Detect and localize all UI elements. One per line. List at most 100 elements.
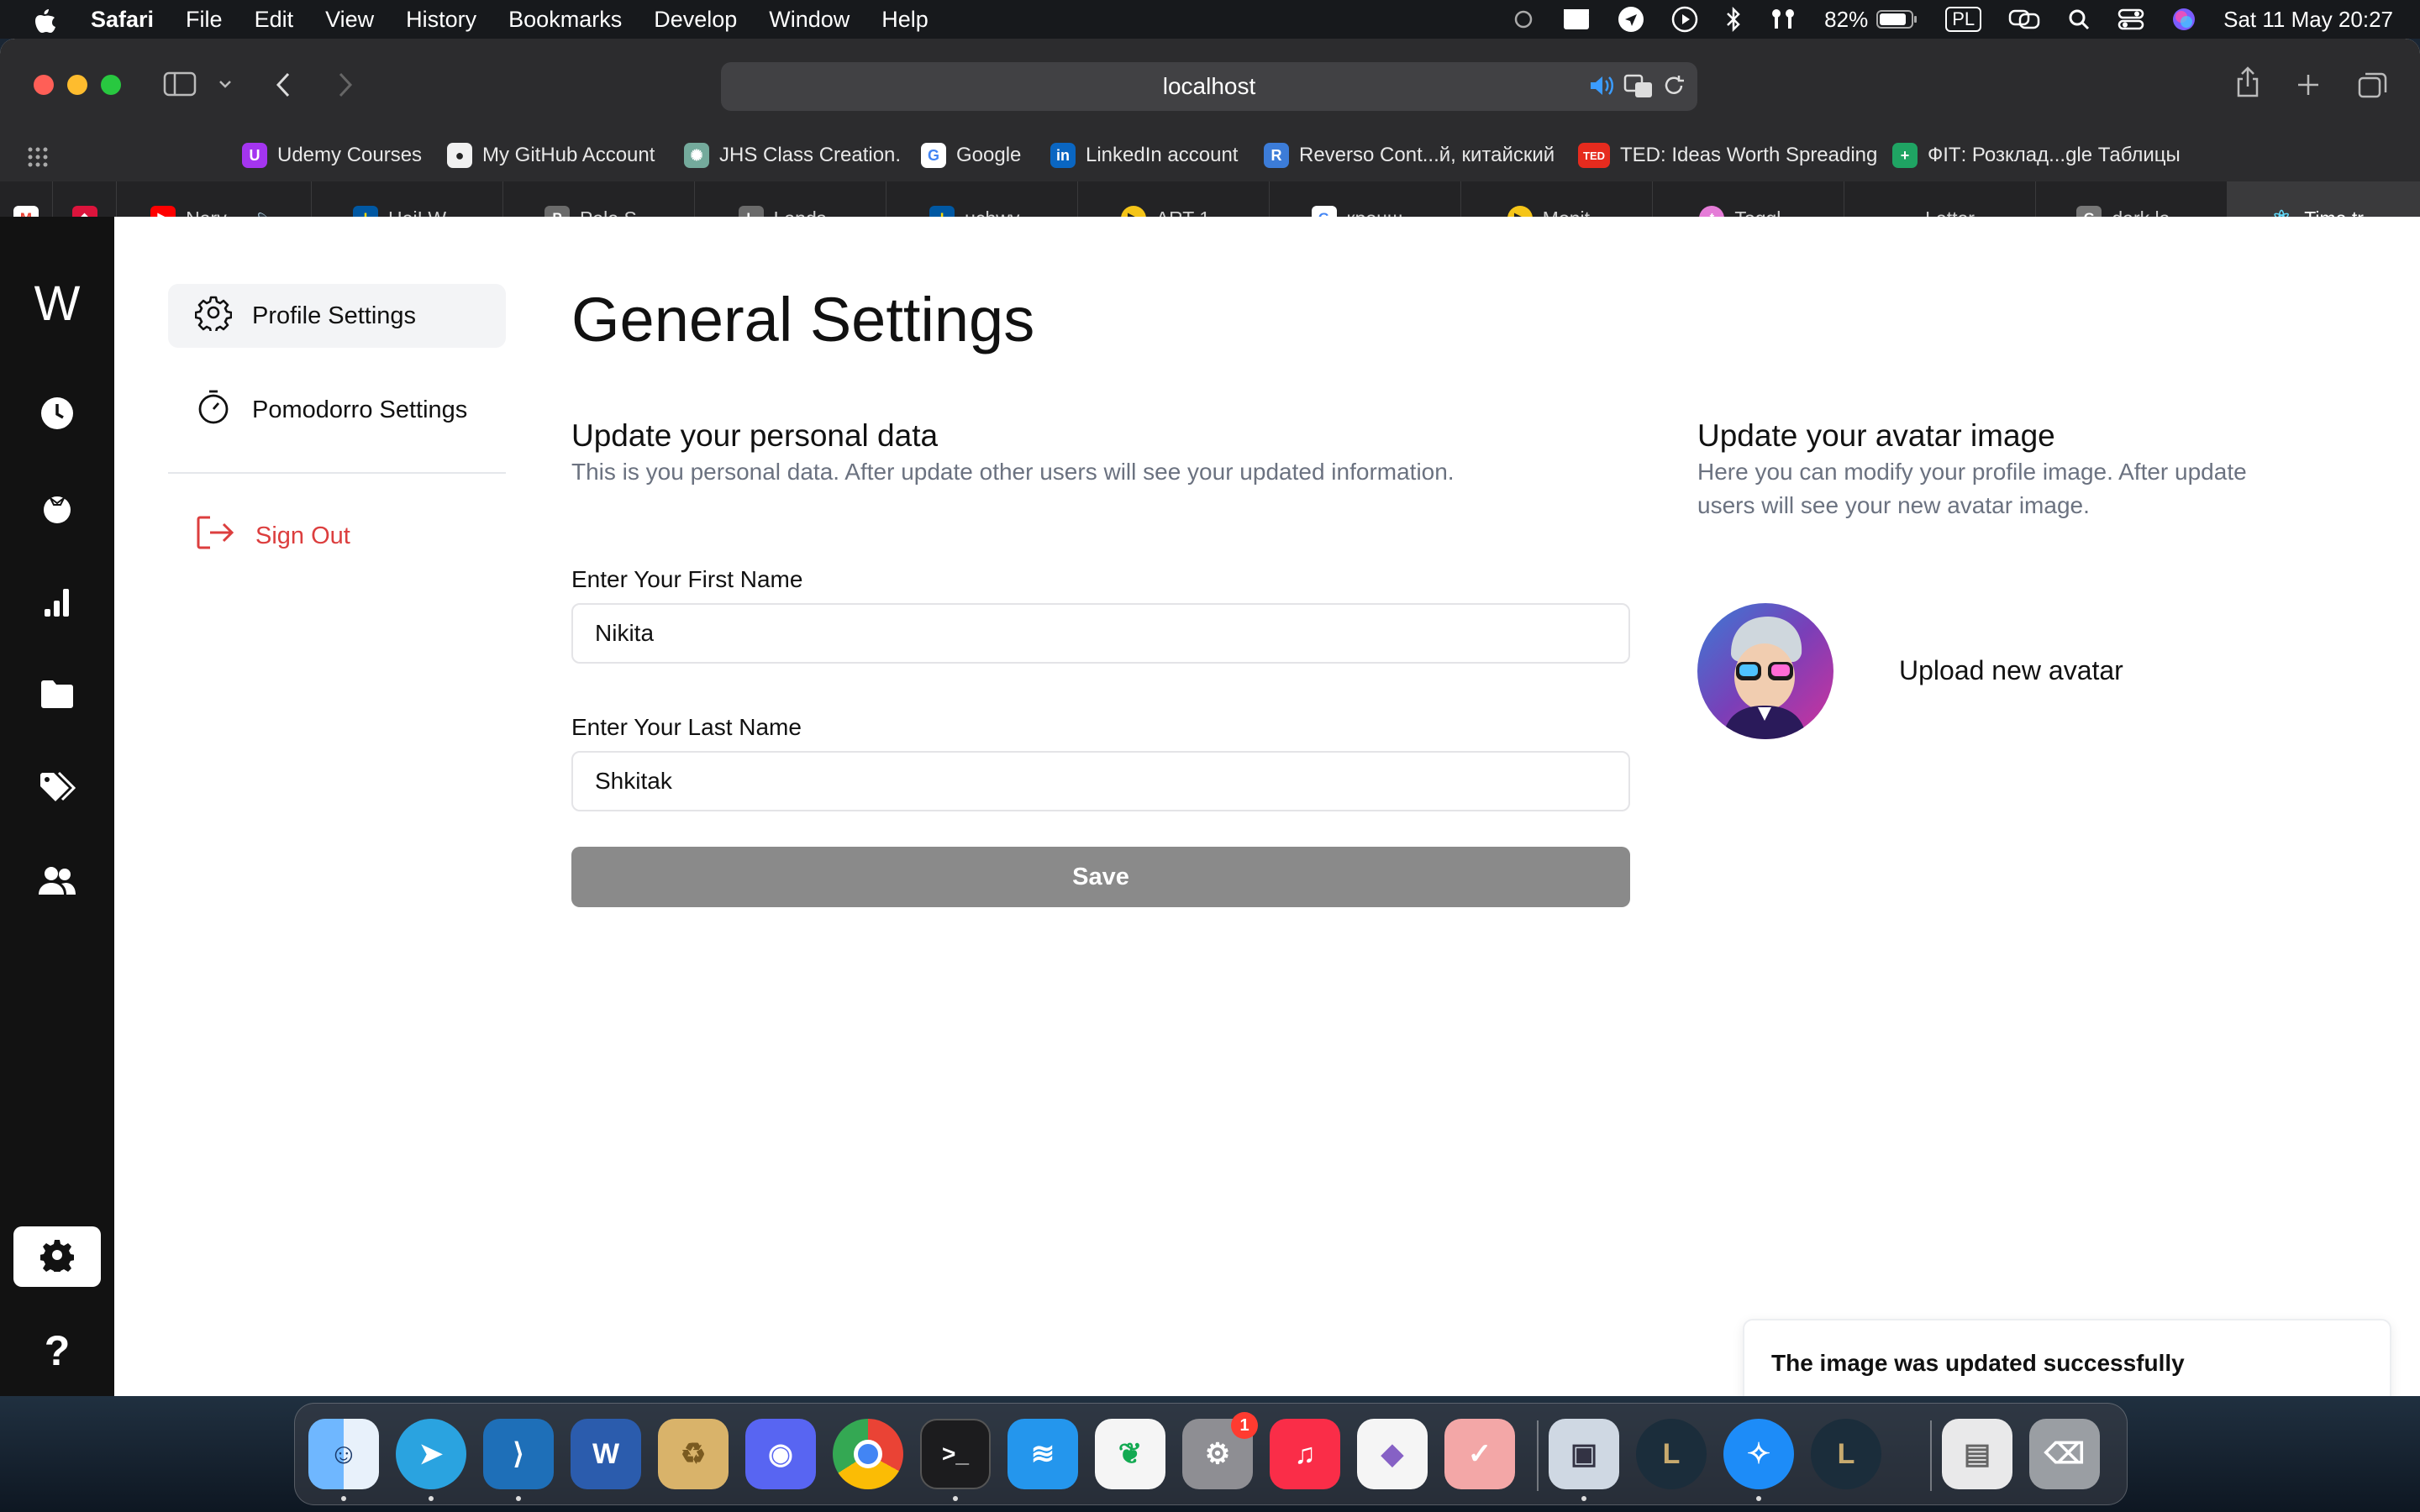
close-window-button[interactable] — [34, 75, 54, 95]
menu-bookmarks[interactable]: Bookmarks — [508, 7, 622, 33]
team-nav-button[interactable] — [13, 852, 101, 912]
address-bar-url: localhost — [1162, 73, 1256, 99]
input-source-badge[interactable]: PL — [1945, 7, 1982, 32]
dock-documents-icon[interactable]: ▤ — [1942, 1419, 2012, 1489]
dock-telegram-icon[interactable]: ➤ — [396, 1419, 466, 1489]
github-icon: ● — [447, 143, 472, 168]
sync-icon[interactable] — [1512, 8, 1535, 31]
tab-overview-icon[interactable] — [2358, 71, 2388, 103]
bookmark-label: Reverso Cont...й, китайский — [1299, 144, 1555, 166]
dock-word-icon[interactable]: W — [571, 1419, 641, 1489]
clock-datetime[interactable]: Sat 11 May 20:27 — [2223, 7, 2393, 33]
ted-icon: TED — [1578, 143, 1610, 168]
folder-icon — [39, 678, 75, 714]
dock-discord-icon[interactable]: ◉ — [745, 1419, 816, 1489]
audio-playing-icon[interactable] — [1588, 74, 1613, 103]
dock-league-game-icon[interactable]: L — [1811, 1419, 1881, 1489]
address-bar[interactable]: localhost — [721, 62, 1697, 111]
bookmark-github[interactable]: ● My GitHub Account — [447, 143, 655, 168]
dock-docker-icon[interactable]: ≋ — [1007, 1419, 1078, 1489]
running-indicator — [1581, 1496, 1586, 1501]
battery-percent: 82% — [1824, 6, 1869, 32]
screen-mirroring-icon[interactable] — [2008, 8, 2040, 31]
bookmark-jhs-class[interactable]: ✺ JHS Class Creation. — [684, 143, 901, 168]
avatar-image[interactable] — [1697, 603, 1833, 739]
apps-grid-icon[interactable] — [27, 146, 49, 174]
back-icon[interactable] — [274, 71, 294, 103]
running-indicator — [341, 1496, 346, 1501]
new-tab-icon[interactable] — [2296, 72, 2321, 102]
dock-system-settings-icon[interactable]: ⚙ 1 — [1182, 1412, 1258, 1489]
control-center-icon[interactable] — [2118, 8, 2144, 31]
share-icon[interactable] — [2235, 66, 2260, 103]
dock-vscode-icon[interactable]: ⟩ — [483, 1419, 554, 1489]
airpods-icon[interactable] — [1769, 7, 1797, 32]
sidebar-toggle-icon[interactable] — [163, 71, 197, 102]
dock-music-icon[interactable]: ♫ — [1270, 1419, 1340, 1489]
dock-mongodb-icon[interactable]: ❦ — [1095, 1419, 1165, 1489]
users-icon — [38, 864, 76, 900]
menu-develop[interactable]: Develop — [654, 7, 737, 33]
bookmark-fit-schedule[interactable]: + ФІТ: Розклад...gle Таблицы — [1892, 143, 2181, 168]
dock-safari-icon[interactable]: ✧ — [1723, 1419, 1794, 1489]
bookmark-google[interactable]: G Google — [921, 143, 1021, 168]
minimize-window-button[interactable] — [67, 75, 87, 95]
first-name-input[interactable]: Nikita — [571, 603, 1630, 664]
zoom-window-button[interactable] — [101, 75, 121, 95]
apple-icon[interactable] — [25, 0, 64, 39]
dock-trash-icon[interactable]: ⌫ — [2029, 1419, 2100, 1489]
sign-out-link[interactable]: Sign Out — [168, 504, 506, 568]
tab-group-chevron-down-icon[interactable] — [217, 76, 234, 97]
running-indicator — [953, 1496, 958, 1501]
last-name-input[interactable]: Shkitak — [571, 751, 1630, 811]
avatar-section-title: Update your avatar image — [1697, 418, 2055, 453]
favorites-bar: U Udemy Courses ● My GitHub Account ✺ JHS C… — [0, 131, 2420, 181]
settings-menu: Profile Settings Pomodorro Settings Sign… — [168, 284, 506, 598]
siri-icon[interactable] — [2171, 7, 2196, 32]
dock-preview-icon[interactable]: ▣ — [1549, 1419, 1619, 1489]
dock-finder-icon[interactable]: ☺ — [308, 1419, 379, 1489]
dock-recycle-icon[interactable]: ♻ — [658, 1419, 729, 1489]
udemy-icon: U — [242, 143, 267, 168]
menu-edit[interactable]: Edit — [255, 7, 294, 33]
pomodoro-settings-link[interactable]: Pomodorro Settings — [168, 378, 506, 442]
reload-icon[interactable] — [1662, 74, 1686, 103]
app-logo[interactable]: W — [0, 276, 114, 332]
dock-visual-studio-icon[interactable]: ◆ — [1357, 1419, 1428, 1489]
upload-new-avatar-button[interactable]: Upload new avatar — [1899, 655, 2123, 686]
dock-league-client-icon[interactable]: L — [1636, 1419, 1707, 1489]
bookmark-udemy[interactable]: U Udemy Courses — [242, 143, 422, 168]
play-circle-icon[interactable] — [1671, 6, 1698, 33]
settings-nav-button[interactable] — [13, 1226, 101, 1287]
dock-chrome-icon[interactable] — [833, 1419, 903, 1489]
tags-nav-button[interactable] — [13, 759, 101, 820]
dock-ticktick-icon[interactable]: ✓ — [1444, 1419, 1515, 1489]
search-icon[interactable] — [2067, 8, 2091, 31]
menu-history[interactable]: History — [406, 7, 476, 33]
bookmark-reverso[interactable]: R Reverso Cont...й, китайский — [1264, 143, 1555, 168]
timer-nav-button[interactable] — [13, 385, 101, 445]
projects-nav-button[interactable] — [13, 665, 101, 726]
forward-icon[interactable] — [334, 71, 355, 103]
translate-icon[interactable] — [1623, 74, 1654, 105]
menu-file[interactable]: File — [186, 7, 223, 33]
menu-help[interactable]: Help — [881, 7, 929, 33]
help-nav-button[interactable]: ? — [13, 1320, 101, 1381]
battery-icon[interactable] — [1876, 9, 1918, 29]
bookmark-linkedin[interactable]: in LinkedIn account — [1050, 143, 1238, 168]
clapper-icon[interactable] — [1562, 8, 1591, 31]
menu-view[interactable]: View — [325, 7, 374, 33]
safari-window: localhost U Udemy Courses ● My GitHub Acco… — [0, 39, 2420, 1396]
stats-nav-button[interactable] — [13, 573, 101, 633]
pomodoro-nav-button[interactable] — [13, 479, 101, 539]
toast-message: The image was updated successfully — [1771, 1350, 2185, 1376]
menu-app-name[interactable]: Safari — [91, 7, 154, 33]
navigation-icon[interactable] — [1618, 6, 1644, 33]
dock-terminal-icon[interactable]: >_ — [920, 1419, 991, 1489]
bar-chart-icon — [39, 584, 75, 623]
bluetooth-icon[interactable] — [1725, 6, 1742, 33]
menu-window[interactable]: Window — [769, 7, 850, 33]
save-button[interactable]: Save — [571, 847, 1630, 907]
bookmark-ted[interactable]: TED TED: Ideas Worth Spreading — [1578, 143, 1877, 168]
profile-settings-link[interactable]: Profile Settings — [168, 284, 506, 348]
